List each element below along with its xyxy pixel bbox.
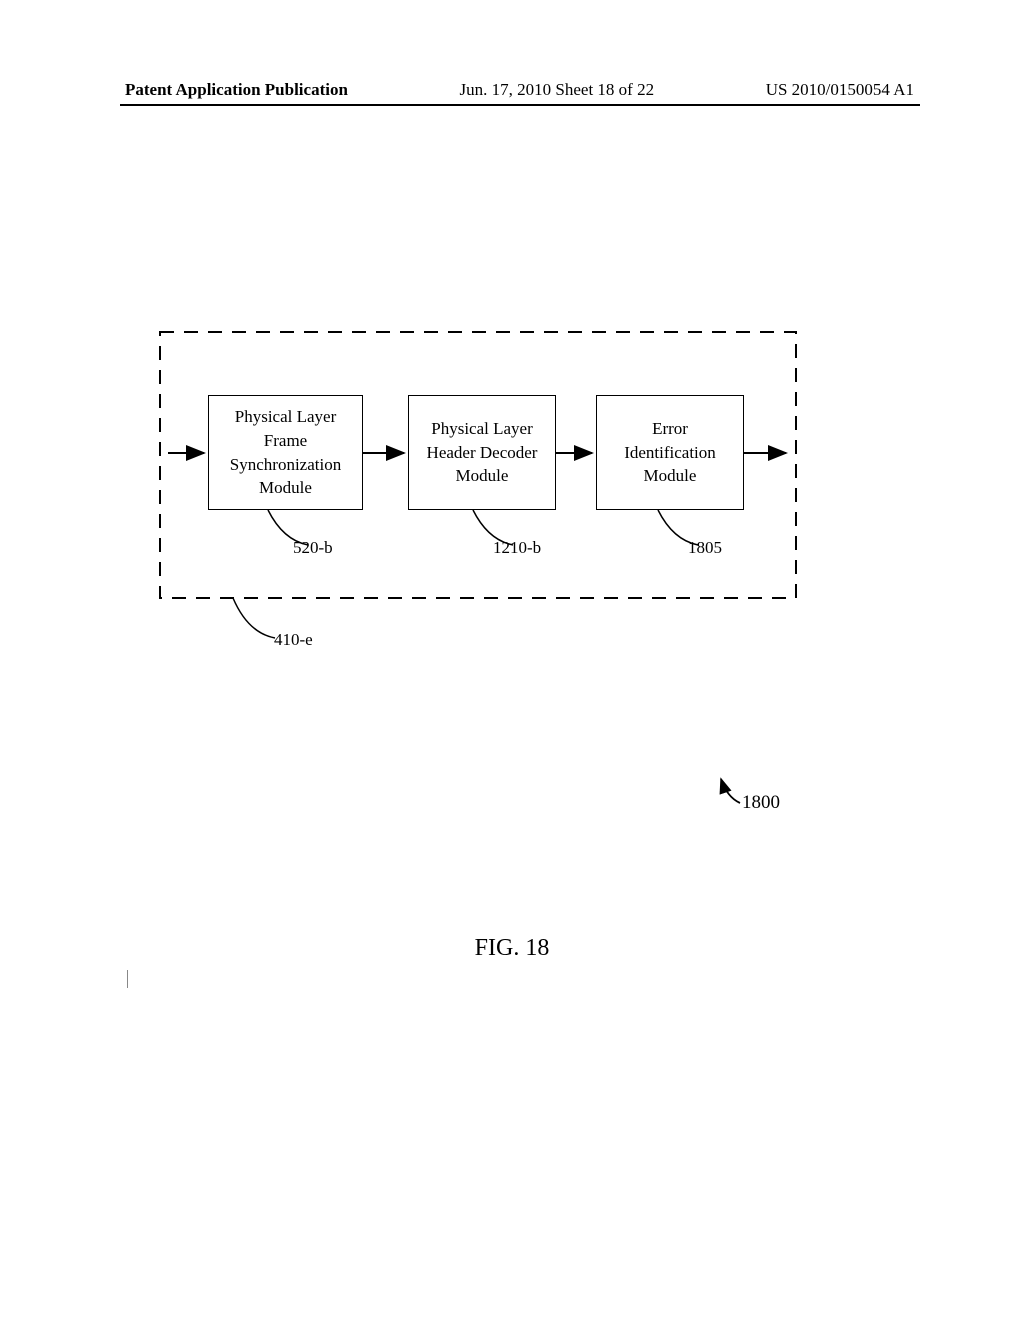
block-physical-layer-frame-sync: Physical Layer Frame Synchronization Mod… [208,395,363,510]
box3-line1: Error [652,417,688,441]
ref-label-1805: 1805 [688,538,722,558]
box3-line2: Identification [624,441,716,465]
text-cursor [127,970,128,988]
arrow-2-to-3 [556,445,606,465]
box2-line1: Physical Layer [431,417,533,441]
page-header: Patent Application Publication Jun. 17, … [0,80,1024,100]
figure-label: FIG. 18 [0,935,1024,962]
ref-label-410e: 410-e [274,630,313,650]
ref-label-520b: 520-b [293,538,333,558]
arrow-in [168,445,218,465]
header-date-sheet: Jun. 17, 2010 Sheet 18 of 22 [460,80,655,100]
ref-label-1210b: 1210-b [493,538,541,558]
block-error-identification: Error Identification Module [596,395,744,510]
block-diagram: Physical Layer Frame Synchronization Mod… [158,330,798,600]
box1-line2: Frame [264,429,307,453]
ref-label-1800: 1800 [742,792,780,814]
box2-line2: Header Decoder [427,441,538,465]
box1-line4: Module [259,476,312,500]
box2-line3: Module [456,464,509,488]
header-publication: Patent Application Publication [125,80,348,100]
arrow-out [744,445,799,465]
block-physical-layer-header-decoder: Physical Layer Header Decoder Module [408,395,556,510]
box1-line1: Physical Layer [235,405,337,429]
header-pub-number: US 2010/0150054 A1 [766,80,914,100]
header-rule [120,104,920,106]
box1-line3: Synchronization [230,453,341,477]
arrow-1-to-2 [363,445,413,465]
box3-line3: Module [644,464,697,488]
